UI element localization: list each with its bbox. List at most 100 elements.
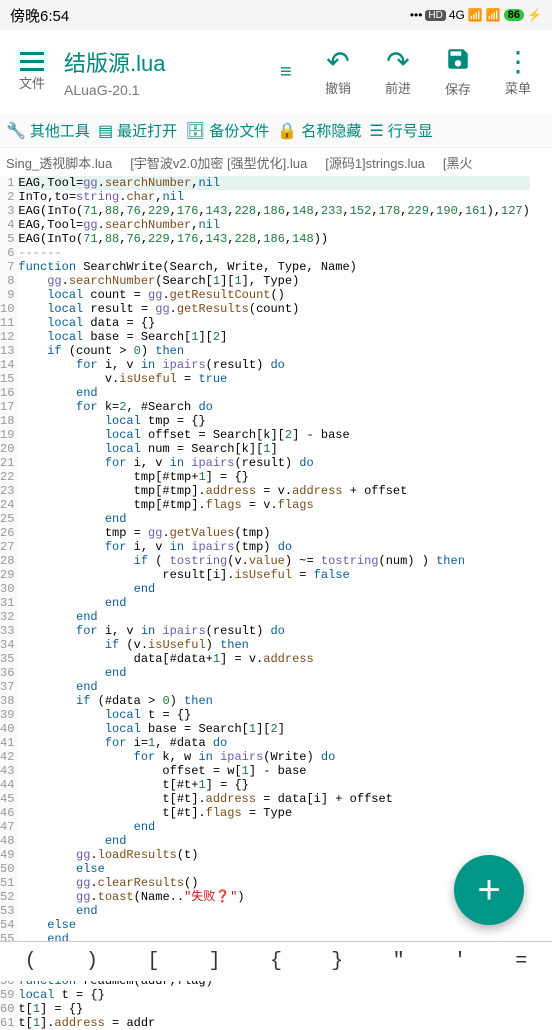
code-line[interactable]: v.isUseful = true bbox=[18, 372, 529, 386]
file-title: 结版源.lua bbox=[64, 46, 165, 78]
code-line[interactable]: local data = {} bbox=[18, 316, 529, 330]
lines-icon: ☰ bbox=[369, 121, 383, 141]
redo-button[interactable]: ↷ 前进 bbox=[368, 48, 428, 97]
code-line[interactable]: end bbox=[18, 610, 529, 624]
code-line[interactable]: result[i].isUseful = false bbox=[18, 568, 529, 582]
code-lines[interactable]: EAG,Tool=gg.searchNumber,nilInTo,to=stri… bbox=[18, 176, 529, 1030]
code-line[interactable]: t[1].address = addr bbox=[18, 1016, 529, 1030]
code-line[interactable]: EAG,Tool=gg.searchNumber,nil bbox=[18, 218, 529, 232]
code-line[interactable]: EAG(InTo(71,88,76,229,176,143,228,186,14… bbox=[18, 204, 529, 218]
code-line[interactable]: for k, w in ipairs(Write) do bbox=[18, 750, 529, 764]
sym-lparen[interactable]: ( bbox=[25, 950, 37, 973]
code-line[interactable]: data[#data+1] = v.address bbox=[18, 652, 529, 666]
code-line[interactable]: end bbox=[18, 666, 529, 680]
recent-button[interactable]: ▤ 最近打开 bbox=[98, 120, 177, 141]
code-line[interactable]: t[#t].address = data[i] + offset bbox=[18, 792, 529, 806]
code-line[interactable]: t[#t+1] = {} bbox=[18, 778, 529, 792]
code-line[interactable]: local num = Search[k][1] bbox=[18, 442, 529, 456]
code-line[interactable]: if (#data > 0) then bbox=[18, 694, 529, 708]
code-line[interactable]: if (count > 0) then bbox=[18, 344, 529, 358]
backup-button[interactable]: 🗄 备份文件 bbox=[185, 120, 269, 141]
code-line[interactable]: end bbox=[18, 904, 529, 918]
add-fab[interactable]: + bbox=[454, 855, 524, 925]
status-icons: ••• HD 4G 📶 📶 86 ⚡ bbox=[410, 8, 542, 22]
code-line[interactable]: end bbox=[18, 834, 529, 848]
tab-4[interactable]: [黑火 bbox=[443, 153, 473, 172]
code-line[interactable]: for i, v in ipairs(result) do bbox=[18, 456, 529, 470]
list-icon[interactable]: ≡ bbox=[280, 61, 308, 84]
code-line[interactable]: if ( tostring(v.value) ~= tostring(num) … bbox=[18, 554, 529, 568]
tab-3[interactable]: [源码1]strings.lua bbox=[325, 153, 425, 172]
line-numbers-button[interactable]: ☰ 行号显 bbox=[369, 120, 432, 141]
line-gutter: 1234567891011121314151617181920212223242… bbox=[0, 176, 18, 1030]
signal-icon-2: 📶 bbox=[486, 8, 501, 22]
sym-lbracket[interactable]: [ bbox=[147, 950, 159, 973]
hamburger-icon bbox=[20, 52, 44, 71]
title-area[interactable]: 结版源.lua ALuaG-20.1 bbox=[60, 46, 280, 98]
hd-badge: HD bbox=[425, 10, 445, 21]
code-line[interactable]: gg.loadResults(t) bbox=[18, 848, 529, 862]
sym-rparen[interactable]: ) bbox=[86, 950, 98, 973]
tab-2[interactable]: [宇智波v2.0加密 [强型优化].lua bbox=[130, 153, 307, 172]
undo-icon: ↶ bbox=[326, 48, 349, 76]
code-line[interactable]: for k=2, #Search do bbox=[18, 400, 529, 414]
sym-equals[interactable]: = bbox=[515, 950, 527, 973]
code-line[interactable]: local base = Search[1][2] bbox=[18, 722, 529, 736]
code-line[interactable]: for i=1, #data do bbox=[18, 736, 529, 750]
code-line[interactable]: for i, v in ipairs(tmp) do bbox=[18, 540, 529, 554]
sym-lbrace[interactable]: { bbox=[270, 950, 282, 973]
code-line[interactable]: end bbox=[18, 680, 529, 694]
save-button[interactable]: 保存 bbox=[428, 46, 488, 98]
lock-icon: 🔒 bbox=[277, 121, 297, 141]
code-line[interactable]: local count = gg.getResultCount() bbox=[18, 288, 529, 302]
code-line[interactable]: function SearchWrite(Search, Write, Type… bbox=[18, 260, 529, 274]
code-line[interactable]: local result = gg.getResults(count) bbox=[18, 302, 529, 316]
sym-rbrace[interactable]: } bbox=[331, 950, 343, 973]
archive-icon: 🗄 bbox=[185, 121, 205, 141]
code-line[interactable]: end bbox=[18, 512, 529, 526]
code-line[interactable]: t[#t].flags = Type bbox=[18, 806, 529, 820]
code-line[interactable]: local t = {} bbox=[18, 708, 529, 722]
other-tools-button[interactable]: 🔧 其他工具 bbox=[6, 120, 90, 141]
code-line[interactable]: else bbox=[18, 862, 529, 876]
code-line[interactable]: local base = Search[1][2] bbox=[18, 330, 529, 344]
charge-icon: ⚡ bbox=[527, 8, 542, 22]
code-line[interactable]: end bbox=[18, 386, 529, 400]
file-menu-button[interactable]: 文件 bbox=[4, 52, 60, 92]
code-line[interactable]: for i, v in ipairs(result) do bbox=[18, 358, 529, 372]
code-line[interactable]: tmp = gg.getValues(tmp) bbox=[18, 526, 529, 540]
code-line[interactable]: end bbox=[18, 582, 529, 596]
code-line[interactable]: local offset = Search[k][2] - base bbox=[18, 428, 529, 442]
file-subtitle: ALuaG-20.1 bbox=[64, 82, 140, 98]
overflow-menu-button[interactable]: ⋮ 菜单 bbox=[488, 48, 548, 97]
code-line[interactable]: local t = {} bbox=[18, 988, 529, 1002]
battery-badge: 86 bbox=[504, 9, 524, 21]
hide-names-button[interactable]: 🔒 名称隐藏 bbox=[277, 120, 361, 141]
list-icon: ▤ bbox=[98, 121, 113, 141]
sym-dquote[interactable]: " bbox=[393, 950, 405, 973]
code-line[interactable]: tmp[#tmp].flags = v.flags bbox=[18, 498, 529, 512]
code-line[interactable]: ------ bbox=[18, 246, 529, 260]
code-line[interactable]: local tmp = {} bbox=[18, 414, 529, 428]
code-line[interactable]: offset = w[1] - base bbox=[18, 764, 529, 778]
sym-rbracket[interactable]: ] bbox=[209, 950, 221, 973]
sub-toolbar: 🔧 其他工具 ▤ 最近打开 🗄 备份文件 🔒 名称隐藏 ☰ 行号显 bbox=[0, 114, 552, 148]
code-line[interactable]: if (v.isUseful) then bbox=[18, 638, 529, 652]
code-line[interactable]: for i, v in ipairs(result) do bbox=[18, 624, 529, 638]
code-line[interactable]: EAG,Tool=gg.searchNumber,nil bbox=[18, 176, 529, 190]
code-line[interactable]: gg.searchNumber(Search[1][1], Type) bbox=[18, 274, 529, 288]
code-line[interactable]: tmp[#tmp+1] = {} bbox=[18, 470, 529, 484]
code-line[interactable]: end bbox=[18, 820, 529, 834]
code-line[interactable]: EAG(InTo(71,88,76,229,176,143,228,186,14… bbox=[18, 232, 529, 246]
save-icon bbox=[445, 46, 471, 77]
code-line[interactable]: t[1] = {} bbox=[18, 1002, 529, 1016]
plus-icon: + bbox=[477, 868, 500, 913]
code-line[interactable]: end bbox=[18, 596, 529, 610]
code-line[interactable]: InTo,to=string.char,nil bbox=[18, 190, 529, 204]
sym-squote[interactable]: ' bbox=[454, 950, 466, 973]
undo-button[interactable]: ↶ 撤销 bbox=[308, 48, 368, 97]
code-line[interactable]: tmp[#tmp].address = v.address + offset bbox=[18, 484, 529, 498]
tab-1[interactable]: Sing_透视脚本.lua bbox=[6, 153, 112, 172]
code-line[interactable]: else bbox=[18, 918, 529, 932]
signal-icon: 📶 bbox=[468, 8, 483, 22]
